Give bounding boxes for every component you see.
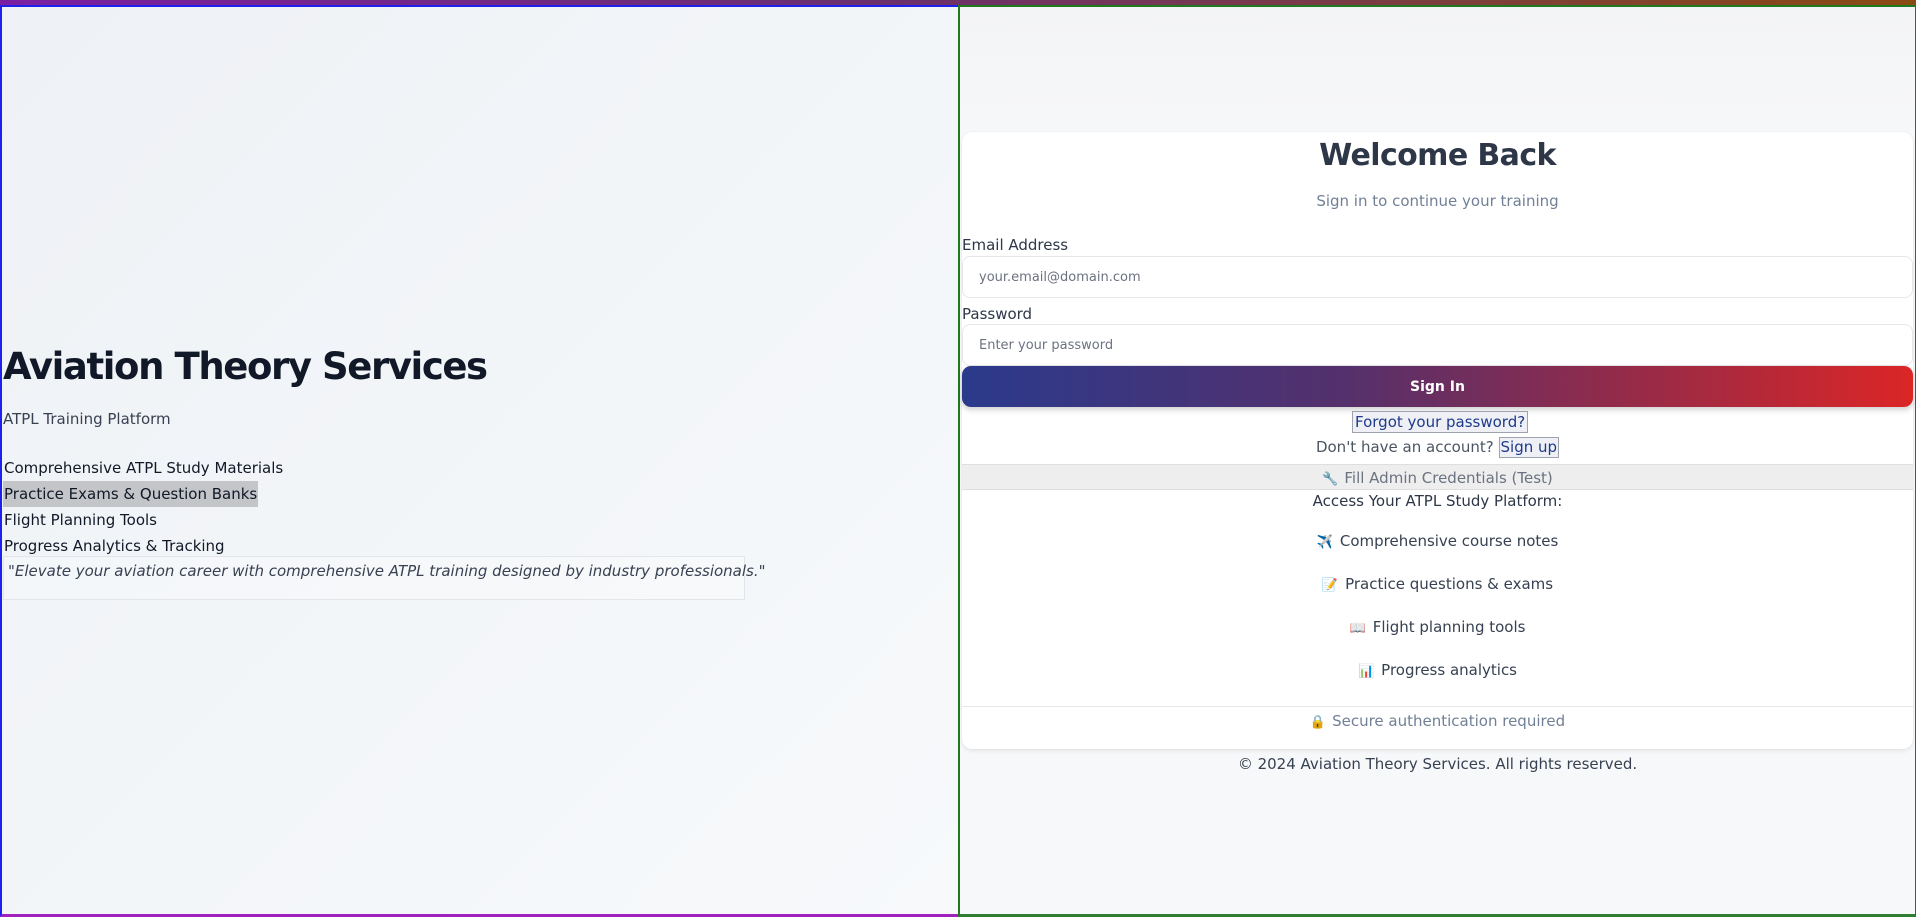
wrench-icon: 🔧 [1322, 472, 1339, 487]
access-title: Access Your ATPL Study Platform: [1312, 492, 1563, 510]
email-label: Email Address [962, 236, 1069, 254]
brand-quote: "Elevate your aviation career with compr… [8, 562, 766, 580]
feature-item-study-materials: Comprehensive ATPL Study Materials [4, 459, 284, 477]
memo-icon: 📝 [1321, 578, 1339, 593]
secure-auth-text: Secure authentication required [1332, 712, 1566, 730]
access-item-course-notes: ✈️ Comprehensive course notes [962, 530, 1913, 573]
access-item-label: Flight planning tools [1372, 618, 1526, 636]
secure-auth-note: 🔒 Secure authentication required [962, 712, 1913, 730]
login-subtitle: Sign in to continue your training [1316, 192, 1559, 210]
access-item-label: Comprehensive course notes [1339, 532, 1559, 550]
password-field[interactable] [962, 324, 1913, 366]
brand-subtitle: ATPL Training Platform [3, 410, 171, 428]
signup-row: Don't have an account? Sign up [962, 437, 1913, 458]
access-item-label: Practice questions & exams [1345, 575, 1554, 593]
brand-title: Aviation Theory Services [3, 345, 488, 388]
bar-chart-icon: 📊 [1357, 664, 1375, 679]
login-panel: Welcome Back Sign in to continue your tr… [958, 5, 1916, 917]
access-item-progress-analytics: 📊 Progress analytics [962, 659, 1913, 702]
access-list: ✈️ Comprehensive course notes 📝 Practice q… [962, 530, 1913, 702]
quote-box: "Elevate your aviation career with compr… [3, 556, 766, 600]
lock-icon: 🔒 [1309, 715, 1327, 730]
forgot-password-link[interactable]: Forgot your password? [1352, 411, 1529, 433]
copyright-footer: © 2024 Aviation Theory Services. All rig… [1237, 755, 1638, 773]
card-divider [962, 706, 1913, 707]
airplane-icon: ✈️ [1316, 535, 1333, 550]
sign-up-link[interactable]: Sign up [1498, 437, 1560, 458]
fill-admin-credentials-button[interactable]: 🔧 Fill Admin Credentials (Test) [962, 464, 1913, 490]
login-title: Welcome Back [1319, 138, 1556, 173]
sign-in-button[interactable]: Sign In [962, 366, 1913, 407]
access-item-practice-questions: 📝 Practice questions & exams [962, 573, 1913, 616]
feature-list: Comprehensive ATPL Study Materials Pract… [3, 455, 284, 559]
access-item-flight-planning: 📖 Flight planning tools [962, 616, 1913, 659]
feature-item-flight-planning: Flight Planning Tools [4, 511, 157, 529]
book-icon: 📖 [1349, 621, 1366, 636]
access-item-label: Progress analytics [1381, 661, 1517, 679]
branding-panel: Aviation Theory Services ATPL Training P… [0, 5, 960, 917]
no-account-text: Don't have an account? [1315, 438, 1494, 456]
fill-admin-label: Fill Admin Credentials (Test) [1344, 469, 1553, 487]
email-field[interactable] [962, 256, 1913, 298]
password-label: Password [962, 305, 1033, 323]
feature-item-practice-exams: Practice Exams & Question Banks [3, 481, 259, 507]
login-card: Welcome Back Sign in to continue your tr… [962, 132, 1913, 749]
